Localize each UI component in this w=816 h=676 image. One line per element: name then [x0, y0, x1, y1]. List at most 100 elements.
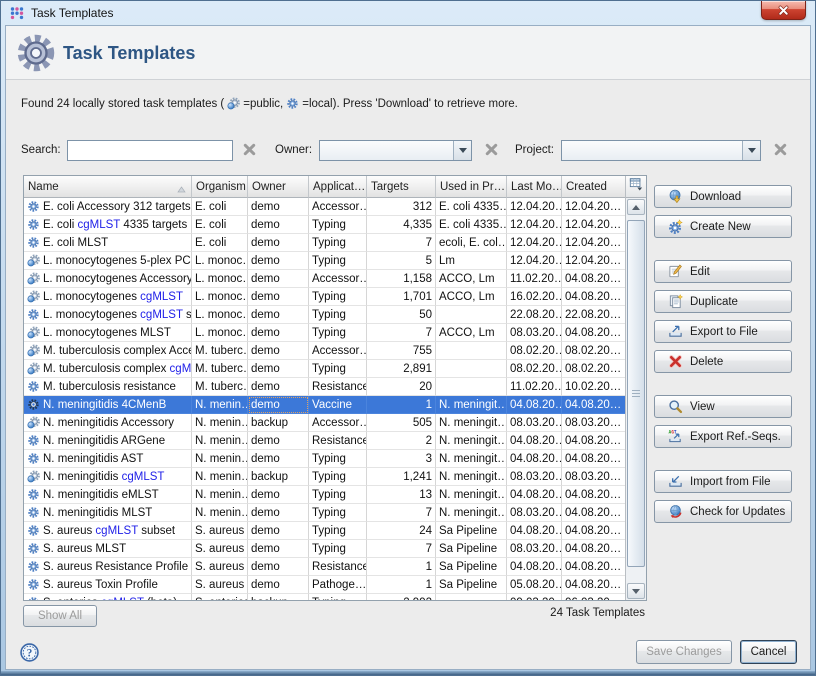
table-row[interactable]: N. meningitidis ARGeneN. menin…demoResis… — [24, 432, 625, 450]
scroll-down-button[interactable] — [627, 583, 645, 599]
owner-select[interactable] — [319, 140, 472, 161]
table-row[interactable]: S. aureus MLSTS. aureusdemoTyping7Sa Pip… — [24, 540, 625, 558]
table-row[interactable]: M. tuberculosis complex AccesM. tuberc…d… — [24, 342, 625, 360]
column-header-last-mo[interactable]: Last Mo… — [507, 176, 562, 198]
cancel-button[interactable]: Cancel — [740, 640, 797, 664]
column-header-name[interactable]: Name — [24, 176, 192, 198]
cell-application-text: Accessor… — [312, 345, 367, 357]
project-select[interactable] — [561, 140, 761, 161]
column-header-created[interactable]: Created — [562, 176, 625, 198]
cell-application: Typing — [309, 306, 367, 324]
table-row[interactable]: N. meningitidis ASTN. menin…demoTyping3N… — [24, 450, 625, 468]
table-row[interactable]: L. monocytogenes MLSTL. monoc…demoTyping… — [24, 324, 625, 342]
clear-search-button[interactable] — [241, 142, 258, 159]
check-for-updates-button[interactable]: Check for Updates — [654, 500, 792, 523]
cell-targets: 755 — [367, 342, 436, 360]
table-row[interactable]: S. aureus Resistance ProfileS. aureusdem… — [24, 558, 625, 576]
cell-application-text: Typing — [312, 471, 346, 483]
delete-button[interactable]: Delete — [654, 350, 792, 373]
table-row[interactable]: M. tuberculosis resistanceM. tuberc…demo… — [24, 378, 625, 396]
cell-created: 04.08.20… — [562, 324, 625, 342]
import-from-file-button[interactable]: Import from File — [654, 470, 792, 493]
column-header-organism[interactable]: Organism — [192, 176, 248, 198]
cell-created: 06.03.20… — [562, 594, 625, 600]
clear-project-button[interactable] — [772, 142, 789, 159]
cell-owner: demo — [248, 378, 309, 396]
search-input[interactable] — [67, 140, 233, 161]
template-name-link[interactable]: cgMLST — [140, 291, 183, 303]
cell-application: Typing — [309, 468, 367, 486]
column-header-targets[interactable]: Targets — [367, 176, 436, 198]
template-name-link[interactable]: cgMLST — [140, 309, 183, 321]
column-picker-button[interactable] — [626, 176, 646, 198]
table-row[interactable]: E. coli Accessory 312 targets SE. colide… — [24, 198, 625, 216]
cell-owner-text: demo — [251, 435, 280, 447]
table-row[interactable]: S. enterica cgMLST (beta)S. entericaback… — [24, 594, 625, 600]
cell-application: Accessor… — [309, 270, 367, 288]
cell-application-text: Accessor… — [312, 417, 367, 429]
download-button[interactable]: Download — [654, 185, 792, 208]
export-to-file-button[interactable]: Export to File — [654, 320, 792, 343]
local-template-icon — [27, 308, 40, 321]
table-row[interactable]: N. meningitidis MLSTN. menin…demoTyping7… — [24, 504, 625, 522]
cell-targets-text: 5 — [426, 255, 432, 267]
clear-owner-button[interactable] — [483, 142, 500, 159]
duplicate-button[interactable]: Duplicate — [654, 290, 792, 313]
template-name: S. aureus Resistance Profile — [43, 561, 188, 573]
column-header-used-in-pr[interactable]: Used in Pr… — [436, 176, 507, 198]
table-row[interactable]: L. monocytogenes AccessoryL. monoc…demoA… — [24, 270, 625, 288]
template-name: E. coli cgMLST 4335 targets Sa — [43, 219, 192, 231]
template-name-link[interactable]: cgMLST — [101, 597, 144, 601]
column-header-applicat[interactable]: Applicat… — [309, 176, 367, 198]
column-header-owner[interactable]: Owner — [248, 176, 309, 198]
scrollbar-thumb[interactable] — [627, 220, 645, 567]
cell-name: S. enterica cgMLST (beta) — [24, 594, 192, 600]
cell-last-modified: 09.03.20… — [507, 594, 562, 600]
template-name-link[interactable]: cgMLST — [122, 471, 165, 483]
template-name-link[interactable]: cgMLST — [95, 525, 138, 537]
cell-created: 04.08.20… — [562, 576, 625, 594]
cell-last-modified: 12.04.20… — [507, 252, 562, 270]
column-header-label: Organism — [196, 181, 246, 193]
close-button[interactable] — [761, 1, 806, 20]
table-row[interactable]: L. monocytogenes 5-plex PCRL. monoc…demo… — [24, 252, 625, 270]
cell-organism-text: L. monoc… — [195, 309, 248, 321]
table-row[interactable]: M. tuberculosis complex cgMLSM. tuberc…d… — [24, 360, 625, 378]
cell-used-in-projects-text: ACCO, Lm — [439, 291, 495, 303]
cell-name: L. monocytogenes cgMLST — [24, 288, 192, 306]
scroll-up-button[interactable] — [627, 199, 645, 215]
edit-button[interactable]: Edit — [654, 260, 792, 283]
table-row[interactable]: N. meningitidis 4CMenBN. menin…demoVacci… — [24, 396, 625, 414]
help-icon[interactable]: ? — [20, 643, 39, 667]
table-row[interactable]: N. meningitidis eMLSTN. menin…demoTyping… — [24, 486, 625, 504]
vertical-scrollbar[interactable] — [625, 176, 646, 600]
cell-targets: 1,158 — [367, 270, 436, 288]
table-row[interactable]: N. meningitidis AccessoryN. menin…backup… — [24, 414, 625, 432]
cell-created: 12.04.20… — [562, 216, 625, 234]
cell-organism: L. monoc… — [192, 306, 248, 324]
cell-application: Resistance — [309, 558, 367, 576]
public-template-icon — [27, 272, 40, 285]
template-name-link[interactable]: cgMLS — [170, 363, 192, 375]
export-refseqs-icon: AGT — [668, 429, 683, 444]
table-row[interactable]: S. aureus Toxin ProfileS. aureusdemoPath… — [24, 576, 625, 594]
cell-name: M. tuberculosis resistance — [24, 378, 192, 396]
table-row[interactable]: L. monocytogenes cgMLST subL. monoc…demo… — [24, 306, 625, 324]
cell-used-in-projects-text: N. meningit… — [439, 435, 507, 447]
table-row[interactable]: L. monocytogenes cgMLSTL. monoc…demoTypi… — [24, 288, 625, 306]
cell-targets-text: 24 — [419, 525, 432, 537]
view-button[interactable]: View — [654, 395, 792, 418]
table-row[interactable]: N. meningitidis cgMLSTN. menin…backupTyp… — [24, 468, 625, 486]
template-name-link[interactable]: cgMLST — [78, 219, 121, 231]
create-new-button[interactable]: Create New — [654, 215, 792, 238]
save-changes-button[interactable]: Save Changes — [636, 640, 732, 664]
table-row[interactable]: E. coli cgMLST 4335 targets SaE. colidem… — [24, 216, 625, 234]
cell-last-modified-text: 12.04.20… — [510, 237, 562, 249]
cell-name: S. aureus MLST — [24, 540, 192, 558]
show-all-button[interactable]: Show All — [23, 605, 97, 627]
export-ref-seqs-button[interactable]: AGTExport Ref.-Seqs. — [654, 425, 792, 448]
table-row[interactable]: S. aureus cgMLST subsetS. aureusdemoTypi… — [24, 522, 625, 540]
titlebar[interactable]: Task Templates — [1, 1, 815, 25]
table-row[interactable]: E. coli MLSTE. colidemoTyping7ecoli, E. … — [24, 234, 625, 252]
cell-targets: 1 — [367, 396, 436, 414]
